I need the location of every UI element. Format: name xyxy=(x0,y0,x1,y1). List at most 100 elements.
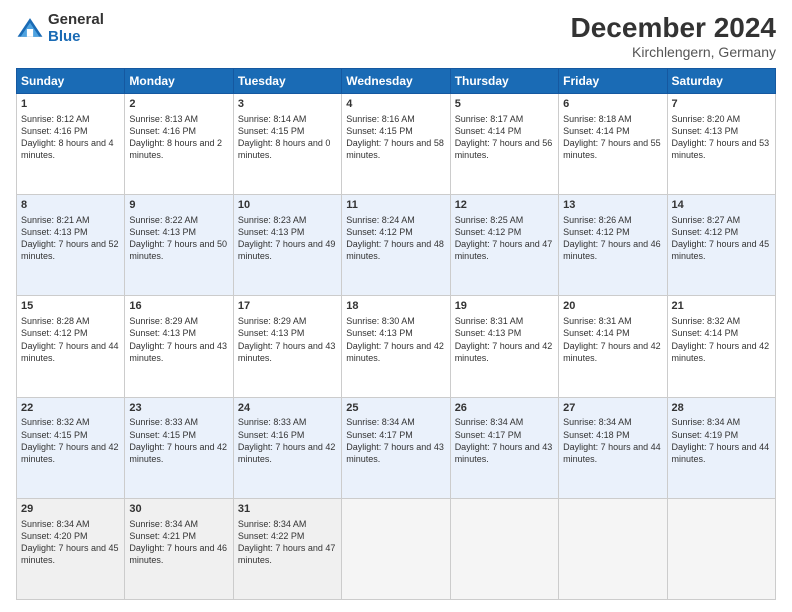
week-row-3: 15 Sunrise: 8:28 AM Sunset: 4:12 PM Dayligh… xyxy=(17,296,776,397)
daylight: Daylight: 7 hours and 42 minutes. xyxy=(21,442,119,464)
daylight: Daylight: 8 hours and 0 minutes. xyxy=(238,138,331,160)
daylight: Daylight: 7 hours and 48 minutes. xyxy=(346,239,444,261)
day-number: 7 xyxy=(672,97,771,112)
sunrise: Sunrise: 8:12 AM xyxy=(21,114,90,124)
sunrise: Sunrise: 8:34 AM xyxy=(21,519,90,529)
day-number: 30 xyxy=(129,502,228,517)
sunset: Sunset: 4:17 PM xyxy=(346,430,413,440)
sunset: Sunset: 4:13 PM xyxy=(21,227,88,237)
day-number: 14 xyxy=(672,198,771,213)
daylight: Daylight: 7 hours and 44 minutes. xyxy=(672,442,770,464)
logo: General Blue xyxy=(16,12,104,45)
sunrise: Sunrise: 8:23 AM xyxy=(238,215,307,225)
header: General Blue December 2024 Kirchlengern,… xyxy=(16,12,776,60)
sunrise: Sunrise: 8:34 AM xyxy=(563,417,632,427)
day-cell: 15 Sunrise: 8:28 AM Sunset: 4:12 PM Dayligh… xyxy=(17,296,125,397)
day-cell: 7Sunrise: 8:20 AMSunset: 4:13 PMDaylight… xyxy=(667,94,775,195)
daylight: Daylight: 7 hours and 53 minutes. xyxy=(672,138,770,160)
week-row-1: 1 Sunrise: 8:12 AM Sunset: 4:16 PM Daylight… xyxy=(17,94,776,195)
sunset: Sunset: 4:15 PM xyxy=(129,430,196,440)
day-cell: 24Sunrise: 8:33 AMSunset: 4:16 PMDayligh… xyxy=(233,397,341,498)
sunset: Sunset: 4:15 PM xyxy=(21,430,88,440)
daylight: Daylight: 7 hours and 44 minutes. xyxy=(21,341,119,363)
daylight: Daylight: 7 hours and 44 minutes. xyxy=(563,442,661,464)
day-cell: 4Sunrise: 8:16 AMSunset: 4:15 PMDaylight… xyxy=(342,94,450,195)
sunset: Sunset: 4:13 PM xyxy=(346,328,413,338)
sunset: Sunset: 4:13 PM xyxy=(238,328,305,338)
page: General Blue December 2024 Kirchlengern,… xyxy=(0,0,792,612)
day-cell: 14Sunrise: 8:27 AMSunset: 4:12 PMDayligh… xyxy=(667,195,775,296)
calendar: SundayMondayTuesdayWednesdayThursdayFrid… xyxy=(16,68,776,600)
sunrise: Sunrise: 8:34 AM xyxy=(129,519,198,529)
sunset: Sunset: 4:13 PM xyxy=(129,328,196,338)
sunset: Sunset: 4:16 PM xyxy=(129,126,196,136)
day-number: 15 xyxy=(21,299,120,314)
daylight: Daylight: 7 hours and 43 minutes. xyxy=(346,442,444,464)
sunset: Sunset: 4:16 PM xyxy=(238,430,305,440)
sunset: Sunset: 4:18 PM xyxy=(563,430,630,440)
sunset: Sunset: 4:15 PM xyxy=(238,126,305,136)
day-number: 24 xyxy=(238,401,337,416)
sunrise: Sunrise: 8:26 AM xyxy=(563,215,632,225)
day-cell xyxy=(342,498,450,599)
sunset: Sunset: 4:17 PM xyxy=(455,430,522,440)
day-number: 9 xyxy=(129,198,228,213)
sunrise: Sunrise: 8:24 AM xyxy=(346,215,415,225)
logo-blue: Blue xyxy=(48,29,104,46)
daylight: Daylight: 7 hours and 49 minutes. xyxy=(238,239,336,261)
day-cell: 30Sunrise: 8:34 AMSunset: 4:21 PMDayligh… xyxy=(125,498,233,599)
sunrise: Sunrise: 8:30 AM xyxy=(346,316,415,326)
day-cell: 31Sunrise: 8:34 AMSunset: 4:22 PMDayligh… xyxy=(233,498,341,599)
sunrise: Sunrise: 8:27 AM xyxy=(672,215,741,225)
day-number: 19 xyxy=(455,299,554,314)
day-cell: 17Sunrise: 8:29 AMSunset: 4:13 PMDayligh… xyxy=(233,296,341,397)
sunrise: Sunrise: 8:18 AM xyxy=(563,114,632,124)
day-cell: 18Sunrise: 8:30 AMSunset: 4:13 PMDayligh… xyxy=(342,296,450,397)
sunset: Sunset: 4:14 PM xyxy=(672,328,739,338)
column-header-thursday: Thursday xyxy=(450,69,558,94)
daylight: Daylight: 7 hours and 47 minutes. xyxy=(238,543,336,565)
day-cell: 9Sunrise: 8:22 AMSunset: 4:13 PMDaylight… xyxy=(125,195,233,296)
day-number: 1 xyxy=(21,97,120,112)
sunrise: Sunrise: 8:13 AM xyxy=(129,114,198,124)
sunset: Sunset: 4:12 PM xyxy=(563,227,630,237)
day-number: 31 xyxy=(238,502,337,517)
day-cell: 8Sunrise: 8:21 AMSunset: 4:13 PMDaylight… xyxy=(17,195,125,296)
daylight: Daylight: 7 hours and 52 minutes. xyxy=(21,239,119,261)
sunset: Sunset: 4:12 PM xyxy=(455,227,522,237)
sunset: Sunset: 4:12 PM xyxy=(21,328,88,338)
day-cell: 11Sunrise: 8:24 AMSunset: 4:12 PMDayligh… xyxy=(342,195,450,296)
day-number: 18 xyxy=(346,299,445,314)
day-number: 22 xyxy=(21,401,120,416)
day-cell: 3Sunrise: 8:14 AMSunset: 4:15 PMDaylight… xyxy=(233,94,341,195)
sunrise: Sunrise: 8:20 AM xyxy=(672,114,741,124)
day-cell: 25Sunrise: 8:34 AMSunset: 4:17 PMDayligh… xyxy=(342,397,450,498)
daylight: Daylight: 7 hours and 56 minutes. xyxy=(455,138,553,160)
daylight: Daylight: 7 hours and 43 minutes. xyxy=(455,442,553,464)
day-number: 10 xyxy=(238,198,337,213)
sunrise: Sunrise: 8:32 AM xyxy=(672,316,741,326)
sunrise: Sunrise: 8:31 AM xyxy=(455,316,524,326)
location: Kirchlengern, Germany xyxy=(571,44,776,60)
sunrise: Sunrise: 8:34 AM xyxy=(346,417,415,427)
day-cell xyxy=(450,498,558,599)
calendar-body: 1 Sunrise: 8:12 AM Sunset: 4:16 PM Daylight… xyxy=(17,94,776,600)
sunset: Sunset: 4:21 PM xyxy=(129,531,196,541)
sunrise: Sunrise: 8:28 AM xyxy=(21,316,90,326)
day-cell: 28Sunrise: 8:34 AMSunset: 4:19 PMDayligh… xyxy=(667,397,775,498)
sunrise: Sunrise: 8:33 AM xyxy=(129,417,198,427)
logo-text: General Blue xyxy=(48,12,104,45)
day-number: 12 xyxy=(455,198,554,213)
day-number: 20 xyxy=(563,299,662,314)
day-number: 27 xyxy=(563,401,662,416)
day-number: 3 xyxy=(238,97,337,112)
day-number: 8 xyxy=(21,198,120,213)
day-number: 4 xyxy=(346,97,445,112)
sunset: Sunset: 4:20 PM xyxy=(21,531,88,541)
day-cell: 1Sunrise: 8:12 AMSunset: 4:16 PMDaylight… xyxy=(17,94,125,195)
daylight: Daylight: 7 hours and 43 minutes. xyxy=(238,341,336,363)
day-number: 2 xyxy=(129,97,228,112)
daylight: Daylight: 7 hours and 43 minutes. xyxy=(129,341,227,363)
day-cell: 10Sunrise: 8:23 AMSunset: 4:13 PMDayligh… xyxy=(233,195,341,296)
sunrise: Sunrise: 8:22 AM xyxy=(129,215,198,225)
